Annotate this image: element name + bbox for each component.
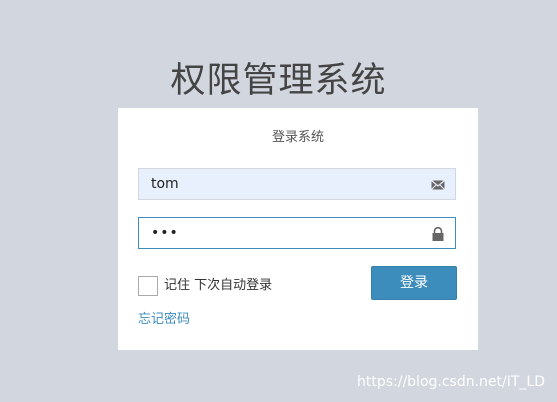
- username-field[interactable]: [138, 168, 456, 200]
- page-title: 权限管理系统: [170, 61, 387, 102]
- login-button[interactable]: 登录: [371, 266, 457, 300]
- password-input[interactable]: [139, 218, 419, 248]
- password-field[interactable]: [138, 217, 456, 249]
- remember-label: 记住 下次自动登录: [164, 278, 273, 293]
- forgot-password-link[interactable]: 忘记密码: [138, 310, 190, 330]
- watermark: https://blog.csdn.net/IT_LD: [356, 374, 545, 390]
- remember-checkbox[interactable]: [138, 276, 158, 296]
- envelope-icon: [431, 177, 445, 191]
- login-box: 登录系统 记住 下次自动登录 登录 忘记密码: [118, 108, 478, 350]
- remember-me[interactable]: 记住 下次自动登录: [138, 276, 298, 298]
- lock-icon: [431, 226, 445, 241]
- login-box-title: 登录系统: [271, 130, 324, 145]
- username-input[interactable]: [139, 169, 419, 199]
